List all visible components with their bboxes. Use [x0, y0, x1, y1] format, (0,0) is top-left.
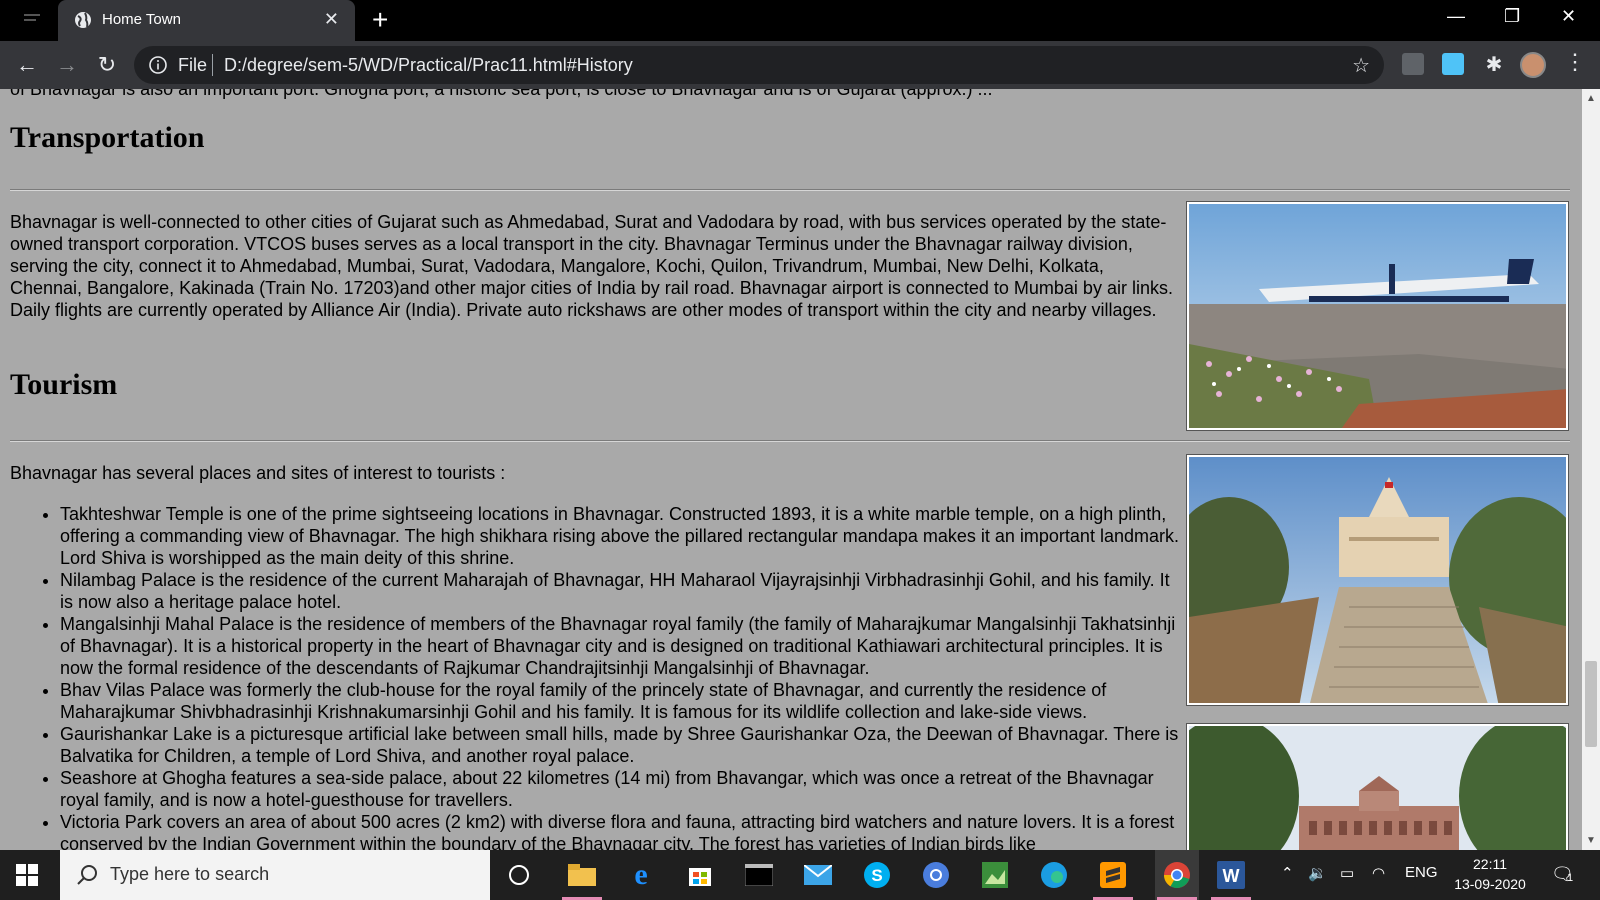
terminal-icon[interactable]: [742, 858, 776, 892]
battery-icon[interactable]: ▭: [1340, 864, 1354, 882]
windows-taskbar: Type here to search e S W ⌃ 🔉 ▭ ◠ ENG 22…: [0, 850, 1600, 900]
edge-icon[interactable]: [1037, 858, 1071, 892]
browser-tab[interactable]: Home Town ✕: [58, 0, 355, 41]
search-placeholder: Type here to search: [110, 864, 270, 884]
back-arrow-icon[interactable]: ←: [15, 53, 39, 77]
notification-count: 1: [1567, 872, 1574, 884]
menu-icon[interactable]: ⋮: [1564, 49, 1586, 75]
puzzle-icon[interactable]: ✱: [1482, 53, 1506, 77]
image-app-icon[interactable]: [978, 858, 1012, 892]
skype-icon[interactable]: S: [860, 858, 894, 892]
browser-titlebar: Home Town ✕ + — ❐ ✕: [0, 0, 1600, 41]
tourism-heading: Tourism: [10, 368, 118, 401]
search-icon: [76, 864, 98, 886]
divider: [10, 440, 1570, 442]
reload-icon[interactable]: ↻: [95, 53, 119, 77]
file-explorer-icon[interactable]: [565, 858, 599, 892]
chrome-icon[interactable]: [1155, 850, 1199, 900]
transportation-text: Bhavnagar is well-connected to other cit…: [10, 212, 1173, 320]
list-item: Nilambag Palace is the residence of the …: [60, 569, 1180, 613]
star-icon[interactable]: ☆: [1352, 53, 1370, 78]
forward-arrow-icon[interactable]: →: [55, 53, 79, 77]
windows-start-icon[interactable]: [16, 864, 38, 886]
page-content: of Bhavnagar is also an important port. …: [0, 89, 1582, 850]
volume-icon[interactable]: 🔉: [1308, 864, 1327, 882]
clock-time: 22:11: [1473, 856, 1507, 872]
store-icon[interactable]: [683, 858, 717, 892]
list-item: Takhteshwar Temple is one of the prime s…: [60, 503, 1180, 569]
internet-explorer-icon[interactable]: e: [624, 858, 658, 892]
scroll-up-icon[interactable]: ▲: [1586, 93, 1596, 104]
divider: [10, 189, 1570, 191]
list-item: Bhav Vilas Palace was formerly the club-…: [60, 679, 1180, 723]
extension-icon[interactable]: [1442, 53, 1464, 75]
address-bar[interactable]: File D:/degree/sem-5/WD/Practical/Prac11…: [134, 46, 1384, 84]
chevron-up-icon[interactable]: ⌃: [1281, 864, 1294, 882]
taskbar-search-box[interactable]: Type here to search: [60, 850, 490, 900]
wifi-icon[interactable]: ◠: [1372, 864, 1385, 882]
close-window-button[interactable]: ✕: [1561, 6, 1576, 27]
svg-text:W: W: [1223, 866, 1240, 886]
clipped-text: of Bhavnagar is also an important port. …: [10, 89, 993, 99]
clock-date: 13-09-2020: [1454, 876, 1526, 892]
url-text[interactable]: D:/degree/sem-5/WD/Practical/Prac11.html…: [224, 55, 633, 76]
browser-toolbar: ← → ↻ File D:/degree/sem-5/WD/Practical/…: [0, 41, 1600, 89]
svg-text:S: S: [871, 866, 882, 885]
avatar[interactable]: [1520, 52, 1546, 78]
chromium-icon[interactable]: [919, 858, 953, 892]
palace-image: [1186, 723, 1569, 850]
list-item: Seashore at Ghogha features a sea-side p…: [60, 767, 1180, 811]
minimize-button[interactable]: —: [1447, 6, 1465, 27]
cortana-icon[interactable]: [502, 858, 536, 892]
airport-image: [1186, 201, 1569, 431]
list-item: Victoria Park covers an area of about 50…: [60, 811, 1180, 850]
tourism-list: Takhteshwar Temple is one of the prime s…: [60, 503, 1180, 850]
transportation-heading: Transportation: [10, 121, 205, 154]
taskbar-clock[interactable]: 22:11 13-09-2020: [1445, 854, 1535, 894]
list-item: Gaurishankar Lake is a picturesque artif…: [60, 723, 1180, 767]
tab-title: Home Town: [102, 11, 181, 28]
screenshot-extension-icon[interactable]: [1402, 53, 1424, 75]
new-tab-button[interactable]: +: [372, 4, 388, 36]
close-tab-icon[interactable]: ✕: [324, 9, 339, 30]
globe-icon: [74, 11, 92, 29]
language-indicator[interactable]: ENG: [1405, 864, 1438, 881]
info-icon[interactable]: [148, 55, 168, 75]
word-icon[interactable]: W: [1214, 858, 1248, 892]
scheme-label: File: [178, 55, 208, 75]
scroll-down-icon[interactable]: ▼: [1586, 835, 1596, 846]
tourism-intro: Bhavnagar has several places and sites o…: [10, 463, 506, 483]
restore-button[interactable]: ❐: [1504, 6, 1520, 27]
page-scrollbar[interactable]: ▲ ▼: [1582, 89, 1600, 850]
tab-search-icon[interactable]: [22, 10, 42, 30]
sublime-text-icon[interactable]: [1096, 858, 1130, 892]
list-item: Mangalsinhji Mahal Palace is the residen…: [60, 613, 1180, 679]
scroll-thumb[interactable]: [1585, 661, 1597, 747]
mail-icon[interactable]: [801, 858, 835, 892]
temple-image: [1186, 454, 1569, 706]
omnibox-separator: [212, 54, 213, 76]
